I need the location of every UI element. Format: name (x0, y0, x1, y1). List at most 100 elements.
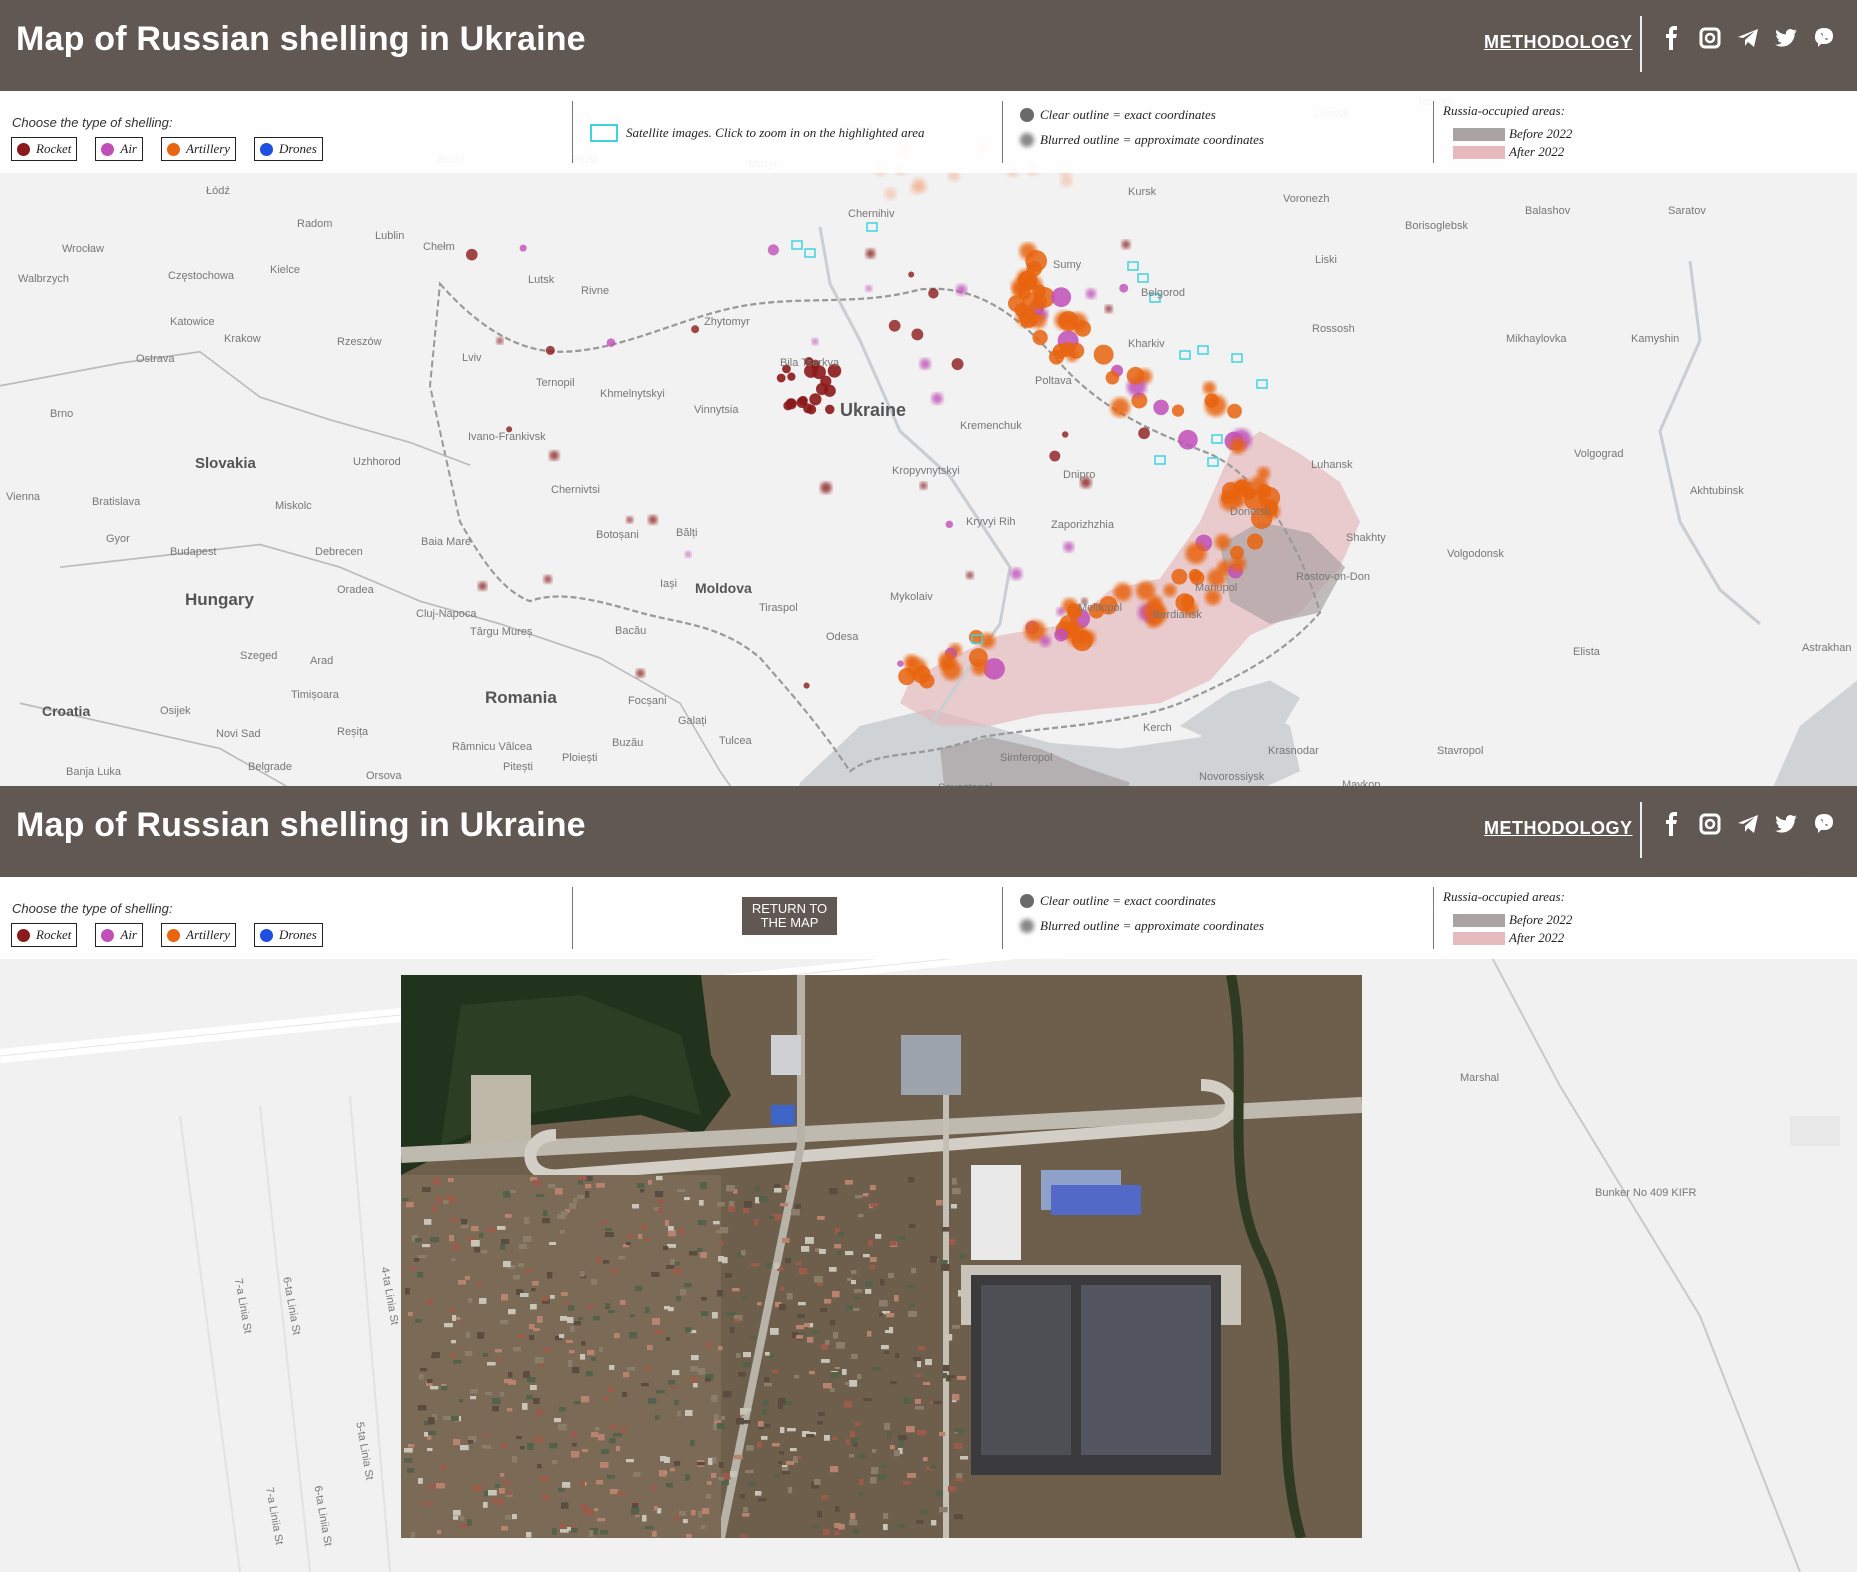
shelling-point[interactable] (919, 358, 931, 370)
shelling-point[interactable] (496, 337, 504, 345)
shelling-point[interactable] (1019, 308, 1039, 328)
shelling-point[interactable] (519, 244, 527, 252)
shelling-point[interactable] (865, 248, 876, 259)
shelling-point[interactable] (1085, 288, 1097, 299)
shelling-point[interactable] (478, 581, 488, 591)
methodology-link[interactable]: METHODOLOGY (1484, 818, 1633, 839)
shelling-point[interactable] (884, 187, 897, 200)
filter-air[interactable]: Air (95, 923, 143, 947)
shelling-point[interactable] (776, 373, 786, 383)
shelling-point[interactable] (549, 450, 560, 461)
shelling-point[interactable] (1121, 240, 1131, 249)
shelling-point[interactable] (1163, 584, 1177, 597)
facebook-icon[interactable] (1660, 26, 1684, 50)
shelling-point[interactable] (1007, 295, 1025, 313)
shelling-point[interactable] (1153, 399, 1169, 416)
shelling-point[interactable] (931, 392, 943, 405)
shelling-point[interactable] (1061, 431, 1069, 438)
shelling-point[interactable] (1136, 581, 1156, 601)
shelling-point[interactable] (888, 319, 901, 332)
shelling-point[interactable] (1250, 476, 1268, 494)
filter-air[interactable]: Air (95, 137, 143, 161)
satellite-marker[interactable] (804, 248, 816, 258)
twitter-icon[interactable] (1774, 812, 1798, 836)
facebook-icon[interactable] (1660, 812, 1684, 836)
shelling-point[interactable] (1080, 630, 1096, 646)
shelling-point[interactable] (1171, 404, 1185, 417)
shelling-point[interactable] (1215, 534, 1231, 550)
shelling-point[interactable] (635, 668, 645, 678)
shelling-point[interactable] (648, 515, 658, 525)
shelling-point[interactable] (803, 682, 810, 689)
shelling-points-layer[interactable] (0, 91, 1857, 786)
satellite-marker[interactable] (1211, 434, 1223, 444)
shelling-point[interactable] (1229, 437, 1246, 454)
satellite-marker[interactable] (1197, 345, 1209, 355)
shelling-point[interactable] (1010, 567, 1023, 580)
filter-artillery[interactable]: Artillery (161, 923, 237, 947)
shelling-point[interactable] (1178, 429, 1198, 450)
shelling-point[interactable] (919, 481, 928, 490)
instagram-icon[interactable] (1698, 26, 1722, 50)
shelling-point[interactable] (865, 285, 872, 292)
shelling-point[interactable] (1227, 403, 1242, 419)
shelling-point[interactable] (1104, 304, 1113, 313)
return-to-map-button[interactable]: RETURN TO THE MAP (742, 897, 837, 935)
shelling-point[interactable] (785, 398, 797, 410)
filter-drones[interactable]: Drones (254, 923, 323, 947)
shelling-point[interactable] (1063, 541, 1074, 553)
shelling-point[interactable] (606, 338, 616, 347)
shelling-point[interactable] (809, 393, 822, 406)
viber-icon[interactable] (1812, 812, 1836, 836)
filter-drones[interactable]: Drones (254, 137, 323, 161)
telegram-icon[interactable] (1736, 812, 1760, 836)
satellite-marker[interactable] (1137, 273, 1149, 283)
shelling-point[interactable] (1056, 607, 1065, 616)
shelling-point[interactable] (904, 654, 919, 669)
satellite-marker[interactable] (1179, 350, 1191, 360)
shelling-point[interactable] (1054, 628, 1068, 642)
shelling-point[interactable] (1181, 594, 1195, 608)
shelling-point[interactable] (787, 372, 796, 381)
shelling-point[interactable] (1032, 329, 1048, 346)
shelling-point[interactable] (911, 328, 924, 341)
shelling-point[interactable] (1058, 311, 1079, 332)
satellite-marker[interactable] (1256, 379, 1268, 389)
shelling-point[interactable] (1093, 344, 1114, 365)
shelling-point[interactable] (1110, 397, 1130, 418)
shelling-point[interactable] (1204, 394, 1227, 417)
shelling-point[interactable] (912, 177, 925, 190)
shelling-point[interactable] (1022, 292, 1041, 311)
shelling-point[interactable] (928, 288, 939, 299)
filter-rocket[interactable]: Rocket (11, 923, 78, 947)
shelling-point[interactable] (543, 575, 552, 584)
methodology-link[interactable]: METHODOLOGY (1484, 32, 1633, 53)
satellite-image[interactable] (401, 975, 1362, 1538)
shelling-point[interactable] (811, 338, 819, 345)
shelling-point[interactable] (626, 516, 634, 524)
shelling-point[interactable] (685, 551, 692, 558)
shelling-point[interactable] (1049, 450, 1061, 462)
shelling-point[interactable] (820, 482, 832, 494)
shelling-point[interactable] (1126, 366, 1145, 385)
filter-artillery[interactable]: Artillery (161, 137, 237, 161)
shelling-point[interactable] (466, 248, 478, 261)
satellite-marker[interactable] (1127, 261, 1139, 271)
shelling-point[interactable] (966, 571, 974, 579)
shelling-point[interactable] (1235, 478, 1253, 496)
shelling-point[interactable] (1185, 542, 1207, 564)
instagram-icon[interactable] (1698, 812, 1722, 836)
shelling-point[interactable] (939, 657, 953, 671)
satellite-marker[interactable] (1231, 353, 1243, 363)
twitter-icon[interactable] (1774, 26, 1798, 50)
viber-icon[interactable] (1812, 26, 1836, 50)
shelling-point[interactable] (1059, 341, 1075, 357)
shelling-point[interactable] (1138, 427, 1150, 440)
shelling-point[interactable] (945, 520, 954, 529)
shelling-point[interactable] (908, 271, 915, 278)
satellite-marker[interactable] (1154, 455, 1166, 465)
shelling-point[interactable] (691, 325, 700, 334)
shelling-point[interactable] (1171, 568, 1188, 585)
shelling-point[interactable] (1119, 283, 1129, 293)
shelling-point[interactable] (956, 284, 967, 296)
